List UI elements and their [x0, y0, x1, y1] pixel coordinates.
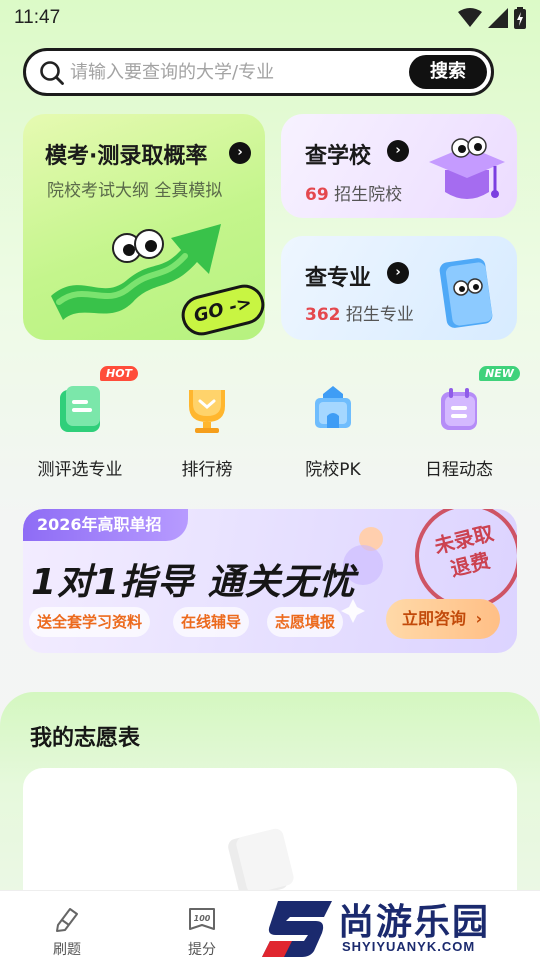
calendar-icon: [441, 388, 477, 430]
school-card-count-line: 69 招生院校: [305, 180, 402, 205]
banner-tag: 2026年高职单招: [23, 509, 188, 541]
major-search-card[interactable]: 查专业 › 362 招生专业: [281, 236, 517, 340]
graduation-cap-icon: [429, 136, 505, 199]
quick-action-label: 日程动态: [425, 460, 493, 480]
chevron-right-icon: ›: [475, 609, 483, 628]
book-mascot-icon: [439, 258, 493, 328]
consult-now-button[interactable]: 立即咨询 ›: [386, 599, 500, 639]
status-time: 11:47: [14, 7, 61, 28]
chevron-right-icon: ›: [387, 140, 409, 162]
watermark-logo-icon: [262, 901, 332, 957]
trophy-icon: [189, 390, 225, 433]
status-icons: [458, 7, 526, 29]
tab-practice[interactable]: 刷题: [27, 891, 107, 960]
quick-action-label: 排行榜: [181, 460, 233, 480]
consult-now-label: 立即咨询: [402, 609, 467, 628]
school-card-title: 查学校: [305, 144, 372, 169]
school-search-card[interactable]: 查学校 › 69 招生院校: [281, 114, 517, 218]
score-100-icon: 100: [189, 908, 215, 930]
banner-chip: 志愿填报: [267, 607, 344, 637]
promo-banner[interactable]: 2026年高职单招 1对1指导 通关无忧 送全套学习资料 在线辅导 志愿填报 未…: [23, 509, 517, 653]
quick-action-label: 测评选专业: [37, 460, 123, 480]
mock-exam-card[interactable]: 模考·测录取概率 › 院校考试大纲 全真模拟 GO ->: [23, 114, 265, 340]
mock-exam-title: 模考·测录取概率: [45, 144, 208, 169]
watermark-name: 尚游乐园: [338, 902, 491, 943]
banner-chip: 在线辅导: [173, 607, 250, 637]
tab-label: 刷题: [53, 942, 81, 958]
pencil-icon: [56, 908, 78, 932]
svg-text:100: 100: [194, 914, 211, 923]
hot-tag: HOT: [100, 366, 139, 381]
empty-plan-illustration-icon: [228, 828, 294, 894]
school-building-icon: [315, 386, 351, 428]
banner-chip: 送全套学习资料: [29, 607, 151, 637]
chevron-right-icon: ›: [387, 262, 409, 284]
major-card-title: 查专业: [305, 266, 372, 291]
school-count: 69: [305, 185, 329, 205]
quick-actions-row: HOT 测评选专业 排行榜 院校PK NEW 日程动态: [0, 364, 540, 484]
quick-action-label: 院校PK: [305, 460, 361, 480]
new-tag: NEW: [479, 366, 520, 381]
major-card-count-line: 362 招生专业: [305, 300, 414, 325]
signal-icon: [488, 8, 508, 28]
mock-exam-subtitle: 院校考试大纲 全真模拟: [47, 181, 223, 201]
wifi-icon: [458, 8, 482, 27]
major-count-suffix: 招生专业: [345, 305, 414, 325]
school-count-suffix: 招生院校: [334, 185, 403, 205]
tab-score[interactable]: 100 提分: [162, 891, 242, 960]
search-icon: [40, 61, 64, 85]
scroll-icon: [60, 386, 100, 432]
search-button[interactable]: 搜索: [409, 55, 487, 89]
tab-label: 提分: [188, 942, 216, 958]
watermark-url: SHYIYUANYK.COM: [342, 939, 476, 954]
go-badge-label: GO ->: [191, 292, 254, 327]
major-count: 362: [305, 305, 341, 325]
site-watermark: 尚游乐园 SHYIYUANYK.COM: [262, 893, 540, 960]
search-bar: 搜索: [23, 48, 494, 96]
chevron-right-icon: ›: [229, 142, 251, 164]
banner-headline: 1对1指导 通关无忧: [31, 562, 356, 603]
status-bar: 11:47: [0, 0, 540, 36]
battery-icon: [514, 7, 526, 29]
search-input[interactable]: [70, 51, 400, 93]
wishlist-title: 我的志愿表: [30, 726, 141, 751]
